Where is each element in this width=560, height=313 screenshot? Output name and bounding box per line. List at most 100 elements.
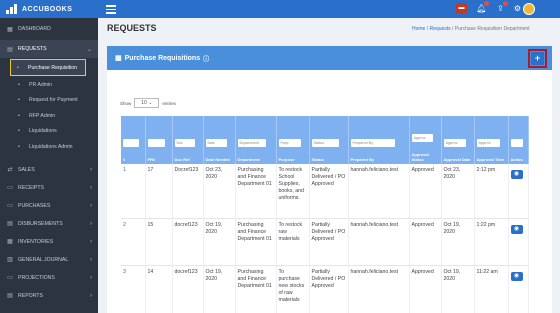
- cell-approval-date: Oct 23, 2020: [441, 164, 475, 219]
- view-eye-icon[interactable]: ◉: [510, 271, 523, 281]
- sidebar-item-label: DISBURSEMENTS: [18, 220, 63, 227]
- chevron-right-icon: ›: [90, 238, 92, 245]
- brand-logo-icon: [6, 4, 18, 14]
- sidebar-subitem-liquidations-admin[interactable]: ▪ Liquidations Admin: [0, 139, 98, 155]
- add-button-highlight: +: [528, 49, 547, 68]
- column-header[interactable]: Purp Purpose: [276, 116, 310, 164]
- sidebar-item-dashboard[interactable]: ▦ DASHBOARD: [0, 20, 98, 38]
- requisitions-table: # PR# Doc Doc Ref Date Date Needed Departm…: [121, 116, 529, 313]
- length-entries-label: entries: [162, 100, 176, 106]
- column-header[interactable]: Approv Approval Status: [409, 116, 442, 164]
- sidebar-item-general-journal[interactable]: ▥ GENERAL JOURNAL ›: [0, 251, 98, 269]
- column-header[interactable]: Approv Approval Time: [474, 116, 509, 164]
- column-header[interactable]: Date Date Needed: [203, 116, 236, 164]
- column-header[interactable]: Prepared By Prepared By: [348, 116, 410, 164]
- cell-pr-number: 17: [145, 164, 173, 219]
- folder-icon[interactable]: ▬: [456, 3, 467, 14]
- sidebar-item-requests[interactable]: ▤ REQUESTS ⌄: [0, 40, 98, 58]
- cell-prepared-by: hannah.feliciano.test: [348, 265, 410, 313]
- view-eye-icon[interactable]: ◉: [510, 170, 523, 179]
- column-filter-input[interactable]: Prepared By: [350, 139, 396, 147]
- entries-select[interactable]: 10 ⌄: [134, 98, 160, 108]
- sidebar-item-inventories[interactable]: ▦ INVENTORIES ›: [0, 233, 98, 251]
- column-header[interactable]: #: [121, 116, 146, 164]
- sidebar-item-label: PURCHASES: [18, 202, 51, 209]
- table-icon: ▦: [115, 55, 122, 62]
- breadcrumb-requests[interactable]: Requests: [430, 26, 451, 32]
- sidebar-item-purchases[interactable]: ▭ PURCHASES ›: [0, 197, 98, 215]
- cell-approval-date: Oct 19, 2020: [441, 218, 475, 266]
- column-filter-input[interactable]: Date: [205, 139, 228, 147]
- card-header: ▦ Purchase Requisitions ⓘ +: [107, 46, 552, 70]
- column-filter-input[interactable]: Approv: [476, 139, 500, 147]
- cell-index: 1: [121, 164, 146, 219]
- column-header[interactable]: PR#: [145, 116, 173, 164]
- requests-icon: ▤: [7, 46, 13, 53]
- column-filter-input[interactable]: Purp: [278, 139, 301, 147]
- document-icon: ▪: [18, 112, 20, 119]
- disbursements-icon: ▤: [7, 221, 13, 227]
- column-header-label: Action: [510, 157, 523, 162]
- breadcrumb: Home / Requests / Purchase Requisition D…: [412, 26, 530, 32]
- sidebar-item-receipts[interactable]: ▭ RECEIPTS ›: [0, 179, 98, 197]
- column-filter-input[interactable]: [147, 139, 166, 147]
- cell-doc-ref: Docref123: [172, 164, 204, 219]
- column-header[interactable]: Department Department: [235, 116, 277, 164]
- brand[interactable]: ACCUBOOKS: [0, 0, 98, 18]
- column-header[interactable]: Approv Approval Date: [441, 116, 475, 164]
- table-row: 2 15 docref123 Oct 19, 2020 Purchasing a…: [121, 218, 529, 266]
- column-filter-input[interactable]: [510, 139, 523, 147]
- column-header-label: Prepared By: [350, 157, 375, 162]
- sidebar-subitem-liquidations[interactable]: ▪ Liquidations: [0, 124, 98, 140]
- sidebar-subitem-label: Liquidations: [29, 128, 57, 135]
- cell-action: ◉: [508, 164, 529, 219]
- sidebar-subitem-purchase-requisition[interactable]: ▪ Purchase Requisition: [10, 59, 86, 76]
- breadcrumb-home[interactable]: Home: [412, 26, 425, 32]
- cell-date-needed: Oct 23, 2020: [203, 164, 236, 219]
- column-filter-input[interactable]: [123, 139, 139, 147]
- cell-pr-number: 14: [145, 265, 173, 313]
- sidebar-subitem-request-for-payment[interactable]: ▪ Request for Payment: [0, 93, 98, 109]
- sidebar-item-label: REQUESTS: [18, 46, 47, 52]
- cell-approval-time: 2:12 pm: [474, 164, 509, 219]
- sidebar-item-sales[interactable]: ⇄ SALES ›: [0, 161, 98, 179]
- column-header-label: PR#: [147, 157, 156, 162]
- chevron-right-icon: ›: [90, 220, 92, 227]
- view-eye-icon[interactable]: ◉: [510, 224, 523, 234]
- purchases-icon: ▭: [7, 203, 13, 209]
- cell-approval-status: Approved: [409, 265, 442, 313]
- add-requisition-button[interactable]: +: [531, 52, 544, 65]
- column-filter-input[interactable]: Doc: [174, 139, 196, 147]
- sidebar-item-label: REPORTS: [18, 292, 43, 299]
- cell-purpose: To restock raw materials: [276, 218, 310, 266]
- sidebar-subitem-pr-admin[interactable]: ▪ PR Admin: [0, 77, 98, 93]
- cell-prepared-by: hannah.feliciano.test: [348, 218, 410, 266]
- avatar[interactable]: [523, 3, 535, 15]
- sidebar-subitem-label: PR Admin: [29, 81, 53, 88]
- chevron-down-icon: ⌄: [86, 46, 92, 53]
- cell-doc-ref: docref123: [172, 218, 204, 266]
- table-row: 3 14 docref123 Oct 19, 2020 Purchasing a…: [121, 265, 529, 313]
- dashboard-icon: ▦: [7, 26, 13, 33]
- cell-status: Partially Delivered / PO Approved: [309, 164, 349, 219]
- sidebar-item-label: RECEIPTS: [18, 184, 44, 191]
- sales-icon: ⇄: [7, 167, 13, 173]
- gear-icon[interactable]: ⚙: [512, 3, 523, 14]
- column-header[interactable]: Action: [508, 116, 529, 164]
- column-header[interactable]: Status Status: [309, 116, 349, 164]
- column-filter-input[interactable]: Department: [237, 139, 267, 147]
- hamburger-menu-icon[interactable]: [106, 5, 116, 16]
- column-filter-input[interactable]: Status: [311, 139, 339, 147]
- column-filter-input[interactable]: Approv: [443, 139, 466, 147]
- sidebar-item-disbursements[interactable]: ▤ DISBURSEMENTS ›: [0, 215, 98, 233]
- cell-prepared-by: hannah.feliciano.test: [348, 164, 410, 219]
- sidebar-subitem-rfp-admin[interactable]: ▪ RFP Admin: [0, 108, 98, 124]
- info-icon[interactable]: ⓘ: [203, 54, 209, 63]
- entries-select-value: 10: [141, 100, 147, 106]
- chevron-right-icon: ›: [90, 274, 92, 281]
- breadcrumb-current: Purchase Requisition Department: [454, 26, 530, 32]
- sidebar-item-reports[interactable]: ▤ REPORTS ›: [0, 287, 98, 305]
- column-header[interactable]: Doc Doc Ref: [172, 116, 204, 164]
- column-filter-input[interactable]: Approv: [411, 134, 434, 142]
- sidebar-item-projections[interactable]: ▭ PROJECTIONS ›: [0, 269, 98, 287]
